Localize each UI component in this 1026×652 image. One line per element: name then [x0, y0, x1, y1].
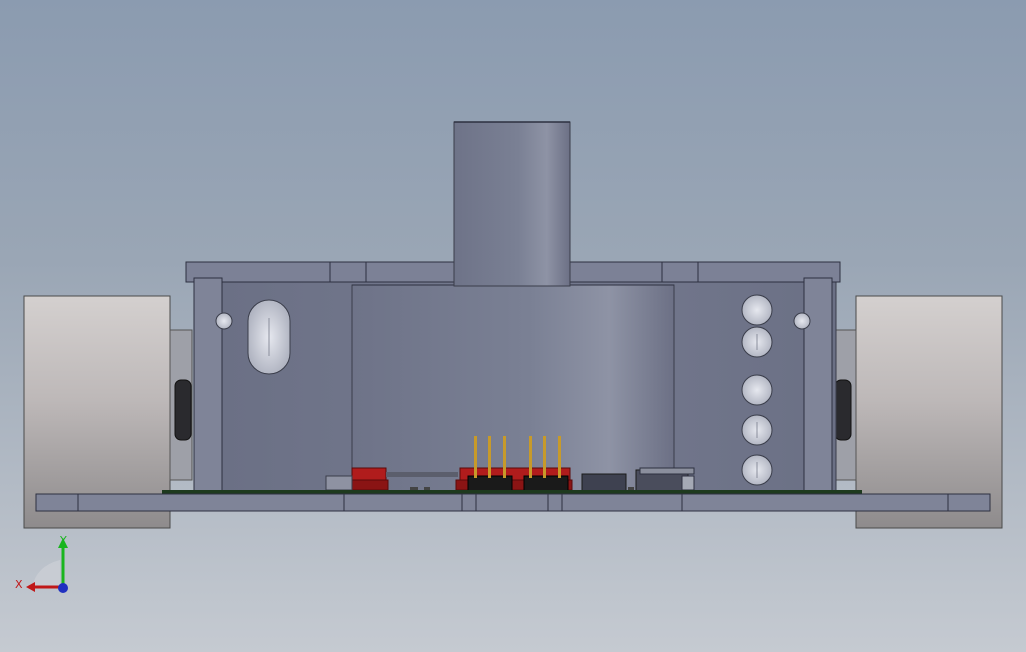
- pcb-board: [162, 490, 862, 494]
- triad-y-label: Y: [59, 534, 67, 547]
- triad-x-label: X: [15, 578, 23, 591]
- robot-front-view-model[interactable]: [0, 0, 1026, 652]
- cad-viewport[interactable]: Y X: [0, 0, 1026, 652]
- coordinate-triad-icon: Y X: [15, 534, 68, 593]
- top-cylinder: [453, 121, 571, 287]
- slot-hole: [247, 299, 291, 375]
- base-plate: [35, 493, 991, 512]
- center-cylinder: [351, 284, 675, 493]
